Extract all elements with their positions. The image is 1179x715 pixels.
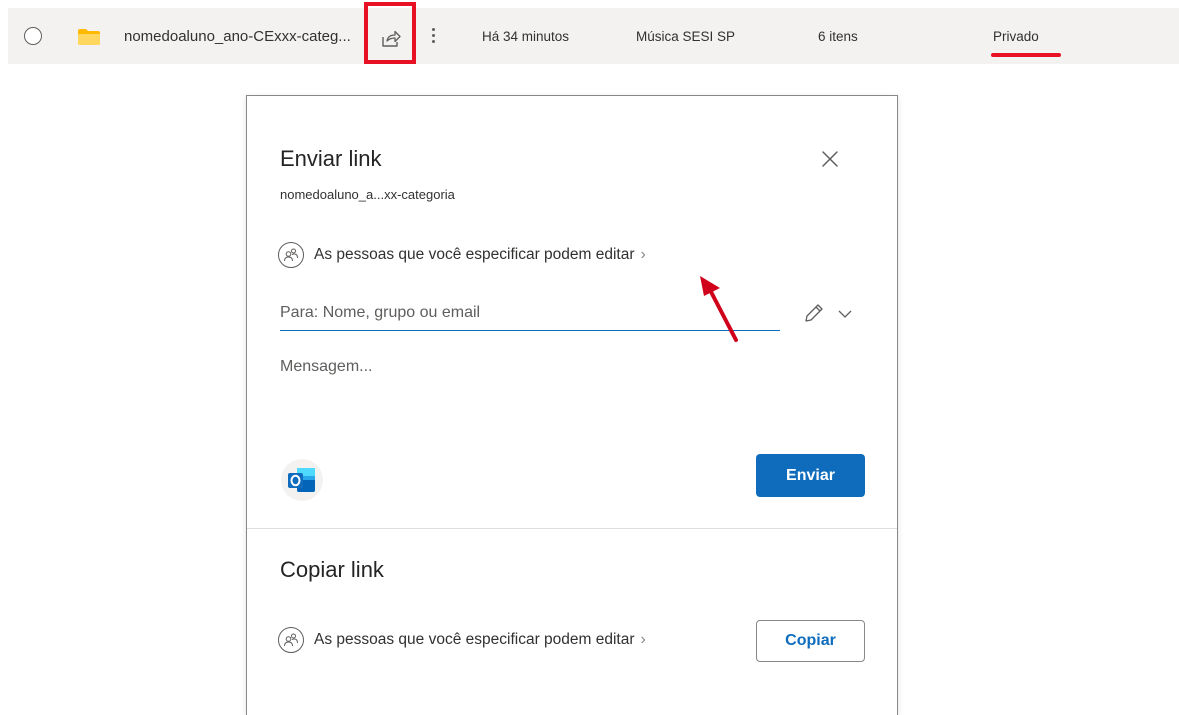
people-icon [278, 627, 304, 653]
annotation-arrow-icon [700, 276, 738, 342]
send-link-title: Enviar link [280, 146, 382, 171]
edit-permission-dropdown[interactable] [803, 302, 859, 324]
pencil-icon [805, 304, 823, 322]
people-icon [278, 242, 304, 268]
folder-icon [78, 29, 100, 45]
section-divider [247, 528, 897, 529]
message-input[interactable] [280, 358, 860, 438]
access-status[interactable]: Privado [993, 29, 1039, 44]
send-permission-setting[interactable]: As pessoas que você especificar podem ed… [278, 240, 646, 270]
more-vertical-icon[interactable] [428, 26, 438, 48]
row-select-radio[interactable] [24, 27, 42, 45]
modified-time: Há 34 minutos [482, 29, 570, 44]
item-count: 6 itens [818, 29, 858, 44]
send-permission-text: As pessoas que você especificar podem ed… [314, 246, 635, 263]
owner-name: Música SESI SP [636, 29, 736, 44]
chevron-right-icon: › [640, 631, 646, 648]
chevron-down-icon [838, 310, 852, 318]
copy-link-title: Copiar link [280, 557, 384, 582]
close-icon[interactable] [819, 148, 841, 170]
chevron-right-icon: › [640, 246, 646, 263]
access-underline-mark [991, 53, 1061, 57]
share-icon[interactable] [381, 29, 401, 47]
copy-button[interactable]: Copiar [756, 620, 865, 662]
file-row[interactable]: nomedoaluno_ano-CExxx-categ... Há 34 min… [8, 2, 1179, 64]
copy-permission-text: As pessoas que você especificar podem ed… [314, 631, 635, 648]
copy-permission-setting[interactable]: As pessoas que você especificar podem ed… [278, 625, 646, 655]
share-dialog: Enviar link nomedoaluno_a...xx-categoria… [246, 95, 898, 715]
outlook-icon [281, 459, 323, 501]
send-button[interactable]: Enviar [756, 454, 865, 497]
shared-item-name: nomedoaluno_a...xx-categoria [280, 187, 455, 202]
file-name-link[interactable]: nomedoaluno_ano-CExxx-categ... [124, 28, 351, 45]
